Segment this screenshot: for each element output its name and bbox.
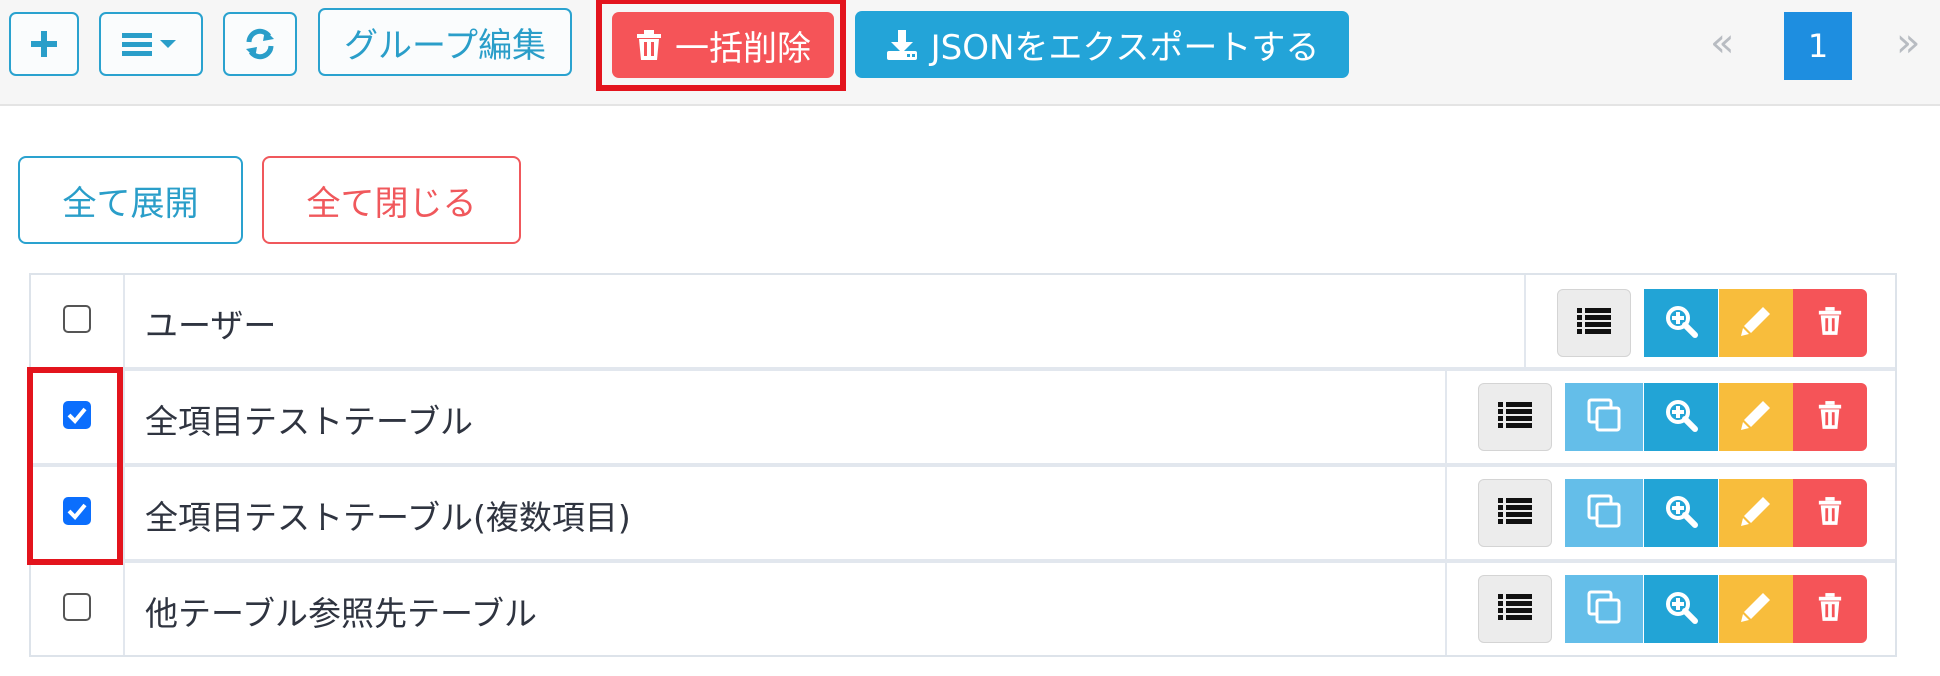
actions-divider [1445,563,1447,655]
list-icon [1497,593,1533,625]
zoom-in-icon [1664,590,1698,628]
pagination-next[interactable]: » [1896,20,1920,66]
zoom-in-icon [1664,494,1698,532]
copy-icon [1586,397,1622,437]
trash-icon [1817,496,1843,530]
expand-all-button[interactable]: 全て展開 [18,156,243,244]
trash-icon [1817,306,1843,340]
view-button[interactable] [1644,289,1718,357]
download-icon [885,29,919,61]
copy-button[interactable] [1565,479,1643,547]
refresh-button[interactable] [223,12,297,76]
list-icon [1497,401,1533,433]
trash-icon [1817,400,1843,434]
trash-icon [1817,592,1843,626]
add-button[interactable] [9,12,79,76]
pencil-icon [1739,494,1773,532]
refresh-icon [243,27,277,61]
table-row: 他テーブル参照先テーブル [31,563,1895,655]
copy-icon [1586,589,1622,629]
export-json-button[interactable]: JSONをエクスポートする [855,11,1349,78]
edit-button[interactable] [1719,289,1793,357]
pencil-icon [1739,398,1773,436]
copy-button[interactable] [1565,575,1643,643]
list-button[interactable] [1478,575,1552,643]
delete-button[interactable] [1793,383,1867,451]
table-row: ユーザー [31,275,1895,367]
edit-button[interactable] [1719,575,1793,643]
delete-button[interactable] [1793,479,1867,547]
trash-icon [635,29,663,61]
row-checkbox[interactable] [63,593,91,621]
actions-divider [1524,275,1526,367]
plus-icon [29,29,59,59]
checked-rows-highlight [27,367,123,565]
row-label: 他テーブル参照先テーブル [145,594,538,633]
list-button[interactable] [1478,479,1552,547]
actions-divider [1445,371,1447,463]
actions-divider [1445,467,1447,559]
row-checkbox[interactable] [63,305,91,333]
pagination-current-page[interactable]: 1 [1784,12,1852,80]
pencil-icon [1739,590,1773,628]
toolbar: グループ編集 一括削除 JSONをエクスポートする « 1 » [0,0,1940,106]
zoom-in-icon [1664,398,1698,436]
pencil-icon [1739,304,1773,342]
pagination-prev[interactable]: « [1710,20,1734,66]
group-edit-label: グループ編集 [344,25,546,66]
delete-button[interactable] [1793,289,1867,357]
list-icon [1576,307,1612,339]
delete-button[interactable] [1793,575,1867,643]
group-edit-button[interactable]: グループ編集 [318,8,572,76]
table-row: 全項目テストテーブル [31,371,1895,463]
collapse-all-label: 全て閉じる [306,183,477,224]
bulk-delete-button[interactable]: 一括削除 [612,12,834,78]
edit-button[interactable] [1719,383,1793,451]
bars-caret-icon [120,29,182,59]
row-label: 全項目テストテーブル(複数項目) [145,498,631,537]
edit-button[interactable] [1719,479,1793,547]
menu-dropdown-button[interactable] [99,12,203,76]
list-button[interactable] [1557,289,1631,357]
export-json-label: JSONをエクスポートする [930,28,1320,68]
view-button[interactable] [1644,479,1718,547]
bulk-delete-label: 一括削除 [675,28,811,69]
zoom-in-icon [1664,304,1698,342]
copy-button[interactable] [1565,383,1643,451]
collapse-all-button[interactable]: 全て閉じる [262,156,521,244]
expand-all-label: 全て展開 [62,183,199,224]
view-button[interactable] [1644,383,1718,451]
list-button[interactable] [1478,383,1552,451]
table-grid: ユーザー 全項目テストテーブル 全項目テストテーブル(複数項目) 他テーブル参照… [29,273,1897,657]
row-label: 全項目テストテーブル [145,402,474,441]
list-icon [1497,497,1533,529]
table-row: 全項目テストテーブル(複数項目) [31,467,1895,559]
copy-icon [1586,493,1622,533]
view-button[interactable] [1644,575,1718,643]
row-label: ユーザー [145,306,277,345]
